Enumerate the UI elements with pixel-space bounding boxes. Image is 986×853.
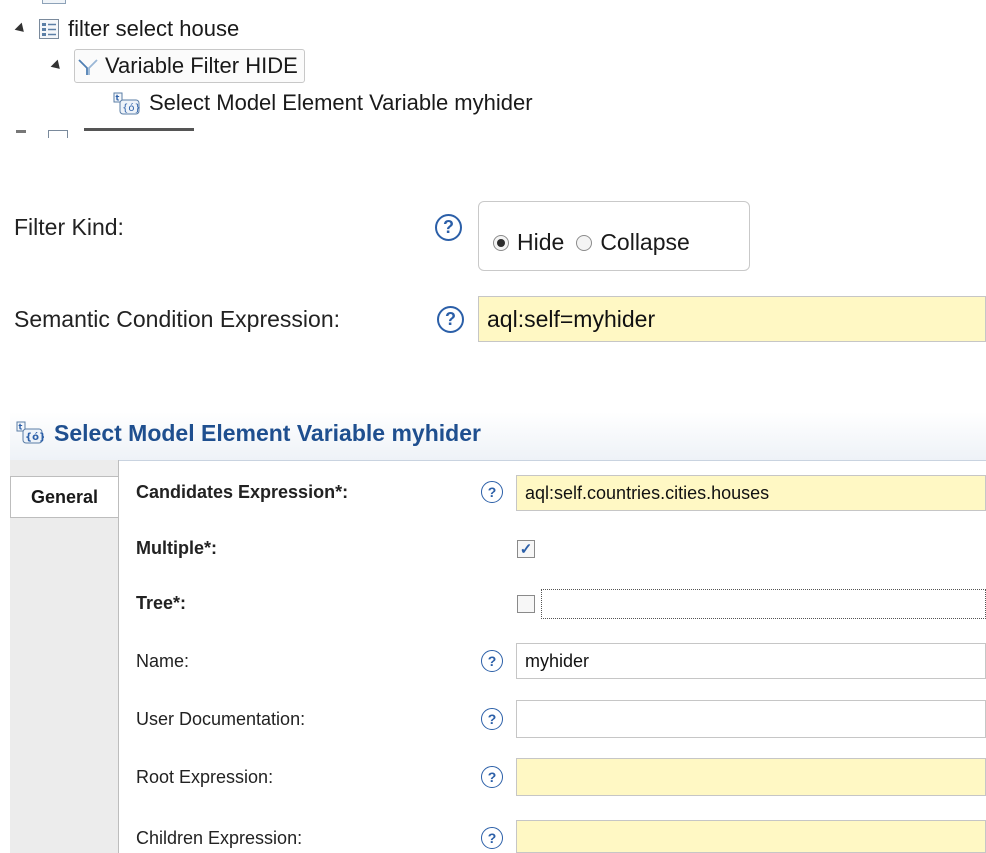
children-expression-input[interactable]	[516, 820, 986, 853]
user-documentation-input[interactable]	[516, 700, 986, 738]
candidates-expression-input[interactable]: aql:self.countries.cities.houses	[516, 475, 986, 511]
tab-column	[10, 460, 119, 853]
filter-funnel-icon	[77, 55, 99, 77]
user-documentation-label: User Documentation:	[136, 709, 306, 729]
root-expression-label: Root Expression:	[136, 767, 274, 787]
tree-label: Tree*:	[136, 593, 187, 613]
tree-item-label: Select Model Element Variable myhider	[149, 90, 533, 115]
name-label: Name:	[136, 651, 190, 671]
candidates-expression-label: Candidates Expression*:	[136, 482, 349, 502]
radio-collapse-label[interactable]: Collapse	[600, 229, 690, 256]
tree-item-select-model-element-variable[interactable]: t {ó} Select Model Element Variable myhi…	[113, 88, 533, 118]
expanded-twisty-icon[interactable]	[14, 22, 28, 36]
section-title: t {ó} Select Model Element Variable myhi…	[16, 420, 481, 447]
tree-item-label: filter select house	[68, 16, 240, 41]
svg-text:t: t	[116, 94, 120, 103]
expanded-twisty-icon[interactable]	[50, 59, 64, 73]
semantic-condition-input[interactable]: aql:self=myhider	[478, 296, 986, 342]
filter-kind-radio-group: Hide Collapse	[478, 201, 750, 271]
help-icon[interactable]: ?	[481, 766, 503, 788]
svg-text:{ó}: {ó}	[25, 431, 44, 443]
semantic-condition-value: aql:self=myhider	[487, 305, 656, 332]
radio-collapse[interactable]	[576, 234, 593, 251]
help-icon[interactable]: ?	[481, 708, 503, 730]
tree-checkbox[interactable]	[517, 595, 535, 613]
selected-tree-node[interactable]: Variable Filter HIDE	[74, 49, 305, 83]
candidates-expression-value: aql:self.countries.cities.houses	[525, 482, 770, 503]
section-title-text: Select Model Element Variable myhider	[54, 420, 481, 446]
multiple-label: Multiple*:	[136, 538, 217, 558]
semantic-condition-label: Semantic Condition Expression:	[14, 306, 340, 332]
help-icon[interactable]: ?	[437, 306, 464, 333]
help-icon[interactable]: ?	[435, 214, 462, 241]
tree-partial-top	[16, 0, 276, 4]
variable-icon: t {ó}	[113, 92, 141, 115]
children-expression-label: Children Expression:	[136, 828, 303, 848]
help-icon[interactable]: ?	[481, 650, 503, 672]
radio-hide-label[interactable]: Hide	[517, 229, 564, 256]
tree-item-variable-filter-hide[interactable]: Variable Filter HIDE	[50, 49, 305, 83]
focus-outline	[541, 589, 986, 619]
root-expression-input[interactable]	[516, 758, 986, 796]
tree-item-filter-select-house[interactable]: filter select house	[14, 14, 239, 44]
multiple-checkbox[interactable]: ✓	[517, 540, 535, 558]
check-icon: ✓	[519, 541, 533, 558]
svg-text:t: t	[19, 422, 23, 431]
radio-hide[interactable]	[493, 234, 509, 251]
tab-general[interactable]: General	[10, 476, 118, 518]
variable-icon: t {ó}	[16, 421, 46, 447]
help-icon[interactable]: ?	[481, 481, 503, 503]
help-icon[interactable]: ?	[481, 827, 503, 849]
filter-kind-label: Filter Kind:	[14, 214, 124, 240]
name-value: myhider	[525, 650, 590, 671]
svg-text:{ó}: {ó}	[122, 102, 141, 114]
name-input[interactable]: myhider	[516, 643, 986, 679]
layer-filter-icon	[38, 18, 60, 40]
tree-partial-bottom	[16, 128, 216, 138]
tree-item-label: Variable Filter HIDE	[105, 53, 298, 78]
